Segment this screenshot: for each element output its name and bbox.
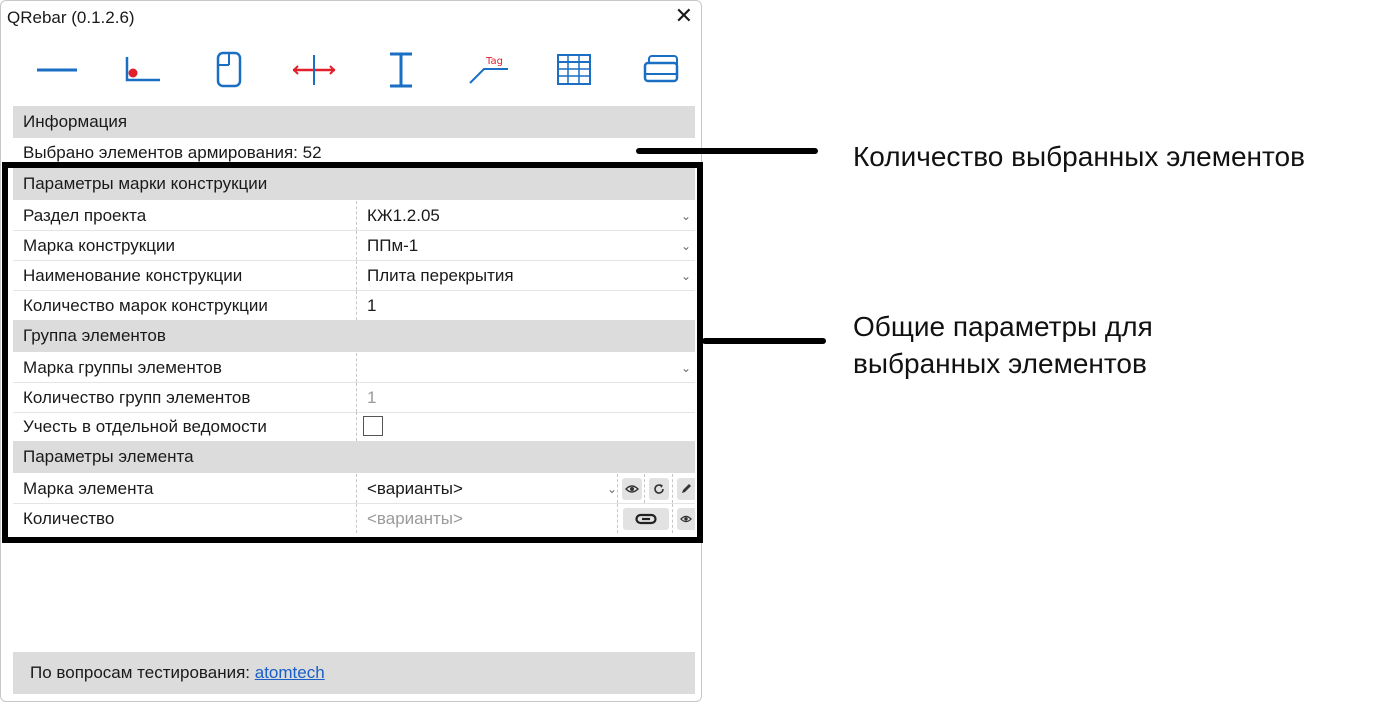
- annotation-common-params-2: выбранных элементов: [853, 348, 1147, 379]
- param-label: Марка конструкции: [23, 236, 175, 255]
- link-chain-icon[interactable]: [623, 508, 669, 530]
- param-label: Марка элемента: [23, 479, 154, 498]
- cross-section-icon[interactable]: [286, 43, 342, 97]
- mouse-select-icon[interactable]: [201, 43, 257, 97]
- eye-icon[interactable]: [677, 508, 695, 530]
- structure-name-select[interactable]: Плита перекрытия ⌄: [356, 261, 695, 290]
- param-value: 1: [367, 388, 377, 407]
- annotation-selected-count: Количество выбранных элементов: [853, 141, 1305, 172]
- group-count-input[interactable]: 1: [356, 383, 695, 412]
- section-structure-params-header: Параметры марки конструкции: [13, 168, 695, 200]
- param-label: Учесть в отдельной ведомости: [23, 417, 267, 436]
- section-element-params-header: Параметры элемента: [13, 441, 695, 473]
- element-count-cell: <варианты>: [356, 504, 695, 533]
- param-row-structure-count: Количество марок конструкции 1: [13, 291, 695, 321]
- chevron-down-icon[interactable]: ⌄: [681, 353, 691, 383]
- cell-divider: [617, 474, 618, 503]
- param-row-element-mark: Марка элемента <варианты> ⌄: [13, 474, 695, 504]
- chevron-down-icon[interactable]: ⌄: [607, 474, 617, 504]
- param-row-project-section: Раздел проекта КЖ1.2.05 ⌄: [13, 201, 695, 231]
- footer: По вопросам тестирования: atomtech: [13, 652, 695, 694]
- tag-icon-label: Tag: [485, 56, 503, 67]
- callout-line: [636, 148, 818, 154]
- window-title: QRebar (0.1.2.6): [7, 8, 135, 27]
- param-label: Наименование конструкции: [23, 266, 243, 285]
- separate-schedule-cell: [356, 412, 695, 441]
- selected-elements-count: Выбрано элементов армирования: 52: [23, 143, 322, 162]
- eye-icon[interactable]: [622, 478, 642, 500]
- structure-mark-select[interactable]: ППм-1 ⌄: [356, 231, 695, 260]
- param-value[interactable]: <варианты>: [367, 474, 463, 504]
- param-value: КЖ1.2.05: [367, 206, 440, 225]
- project-section-select[interactable]: КЖ1.2.05 ⌄: [356, 201, 695, 230]
- chevron-down-icon[interactable]: ⌄: [681, 231, 691, 261]
- param-label: Раздел проекта: [23, 206, 147, 225]
- param-label: Количество групп элементов: [23, 388, 251, 407]
- cell-divider: [672, 474, 673, 503]
- edit-pencil-icon[interactable]: [677, 478, 695, 500]
- qrebar-panel: QRebar (0.1.2.6) ✕ Tag Информация Выбран…: [0, 0, 702, 702]
- cell-divider: [672, 504, 673, 533]
- tag-icon[interactable]: Tag: [460, 43, 516, 97]
- footer-text: По вопросам тестирования:: [30, 663, 255, 682]
- toolbar: Tag: [13, 43, 693, 97]
- param-value: ППм-1: [367, 236, 419, 255]
- separate-schedule-checkbox[interactable]: [363, 416, 383, 436]
- param-value: 1: [367, 296, 377, 315]
- layers-stack-icon[interactable]: [633, 43, 689, 97]
- param-row-structure-name: Наименование конструкции Плита перекрыти…: [13, 261, 695, 291]
- param-row-group-mark: Марка группы элементов ⌄: [13, 353, 695, 383]
- footer-link[interactable]: atomtech: [255, 663, 325, 682]
- line-rebar-icon[interactable]: [29, 43, 85, 97]
- cell-divider: [644, 474, 645, 503]
- cell-divider: [617, 504, 618, 533]
- refresh-icon[interactable]: [649, 478, 669, 500]
- element-mark-cell: <варианты> ⌄: [356, 474, 695, 503]
- param-row-separate-schedule: Учесть в отдельной ведомости: [13, 412, 695, 442]
- param-row-structure-mark: Марка конструкции ППм-1 ⌄: [13, 231, 695, 261]
- param-value: Плита перекрытия: [367, 266, 514, 285]
- callout-line: [702, 338, 826, 344]
- shape-corner-icon[interactable]: [114, 43, 170, 97]
- group-mark-select[interactable]: ⌄: [356, 353, 695, 382]
- section-element-group-header: Группа элементов: [13, 320, 695, 352]
- param-label: Количество марок конструкции: [23, 296, 268, 315]
- chevron-down-icon[interactable]: ⌄: [681, 201, 691, 231]
- schedule-table-icon[interactable]: [546, 43, 602, 97]
- annotation-common-params-1: Общие параметры для: [853, 311, 1153, 342]
- close-icon[interactable]: ✕: [675, 5, 693, 27]
- param-row-element-count: Количество <варианты>: [13, 504, 695, 534]
- dimension-icon[interactable]: [373, 43, 429, 97]
- section-info-header: Информация: [13, 106, 695, 138]
- param-label: Количество: [23, 509, 115, 528]
- param-row-group-count: Количество групп элементов 1: [13, 383, 695, 413]
- structure-count-input[interactable]: 1: [356, 291, 695, 320]
- param-label: Марка группы элементов: [23, 358, 222, 377]
- param-value[interactable]: <варианты>: [367, 504, 463, 534]
- chevron-down-icon[interactable]: ⌄: [681, 261, 691, 291]
